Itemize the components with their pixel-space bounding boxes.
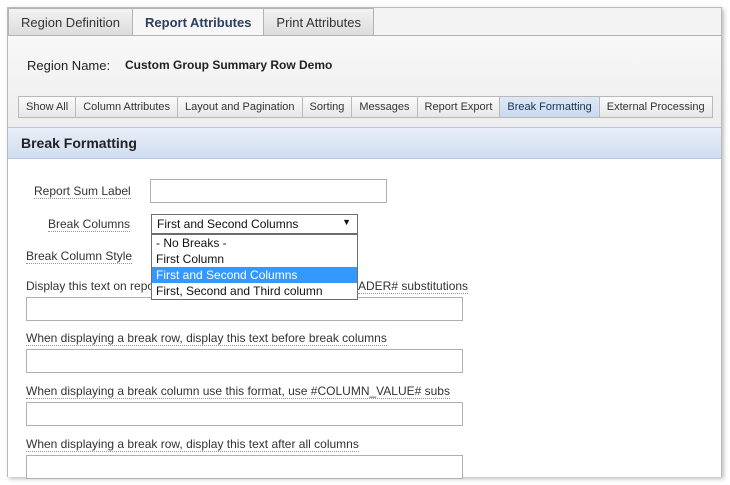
after-columns-label: When displaying a break row, display thi…	[26, 437, 359, 452]
break-columns-label: Break Columns	[48, 217, 131, 232]
subtab-sorting[interactable]: Sorting	[301, 96, 353, 118]
subtab-messages[interactable]: Messages	[351, 96, 418, 118]
break-column-format-input[interactable]	[26, 402, 463, 426]
break-columns-select[interactable]: First and Second Columns ▼	[151, 214, 358, 234]
report-sum-label-input[interactable]	[150, 179, 387, 203]
break-columns-selected: First and Second Columns	[157, 217, 299, 231]
subtab-layout-pagination[interactable]: Layout and Pagination	[177, 96, 303, 118]
before-break-input[interactable]	[26, 349, 463, 373]
tab-print-attributes[interactable]: Print Attributes	[263, 8, 374, 35]
after-columns-input[interactable]	[26, 455, 463, 479]
region-name-label: Region Name:	[27, 58, 111, 73]
break-columns-options: - No Breaks - First Column First and Sec…	[151, 234, 358, 300]
section-header: Break Formatting	[8, 127, 721, 159]
tab-region-definition[interactable]: Region Definition	[8, 8, 134, 35]
form-content: Report Sum Label Break Columns First and…	[8, 159, 721, 479]
subtab-show-all[interactable]: Show All	[18, 96, 77, 118]
subtab-external-processing[interactable]: External Processing	[598, 96, 713, 118]
break-column-format-label: When displaying a break column use this …	[26, 384, 450, 399]
subtab-column-attributes[interactable]: Column Attributes	[75, 96, 179, 118]
region-header: Region Name: Custom Group Summary Row De…	[8, 35, 721, 135]
display-text-label-end: ADER# substitutions	[358, 279, 469, 294]
dropdown-arrow-icon: ▼	[342, 217, 351, 227]
subtab-report-export[interactable]: Report Export	[416, 96, 501, 118]
top-tab-bar: Region Definition Report Attributes Prin…	[8, 8, 374, 36]
tab-report-attributes[interactable]: Report Attributes	[132, 8, 265, 36]
application-window: Region Definition Report Attributes Prin…	[7, 7, 722, 479]
sub-tab-bar: Show All Column Attributes Layout and Pa…	[18, 96, 713, 118]
option-first-second-third-column[interactable]: First, Second and Third column	[152, 283, 357, 299]
display-text-input[interactable]	[26, 297, 463, 321]
section-title: Break Formatting	[21, 135, 137, 151]
region-name-value: Custom Group Summary Row Demo	[125, 58, 333, 72]
option-first-column[interactable]: First Column	[152, 251, 357, 267]
report-sum-label-label: Report Sum Label	[34, 184, 131, 199]
option-first-second-columns[interactable]: First and Second Columns	[152, 267, 357, 283]
option-no-breaks[interactable]: - No Breaks -	[152, 235, 357, 251]
before-break-label: When displaying a break row, display thi…	[26, 331, 387, 346]
break-column-style-label: Break Column Style	[26, 249, 133, 264]
subtab-break-formatting[interactable]: Break Formatting	[499, 96, 600, 118]
display-text-label-start: Display this text on repo	[26, 279, 155, 293]
